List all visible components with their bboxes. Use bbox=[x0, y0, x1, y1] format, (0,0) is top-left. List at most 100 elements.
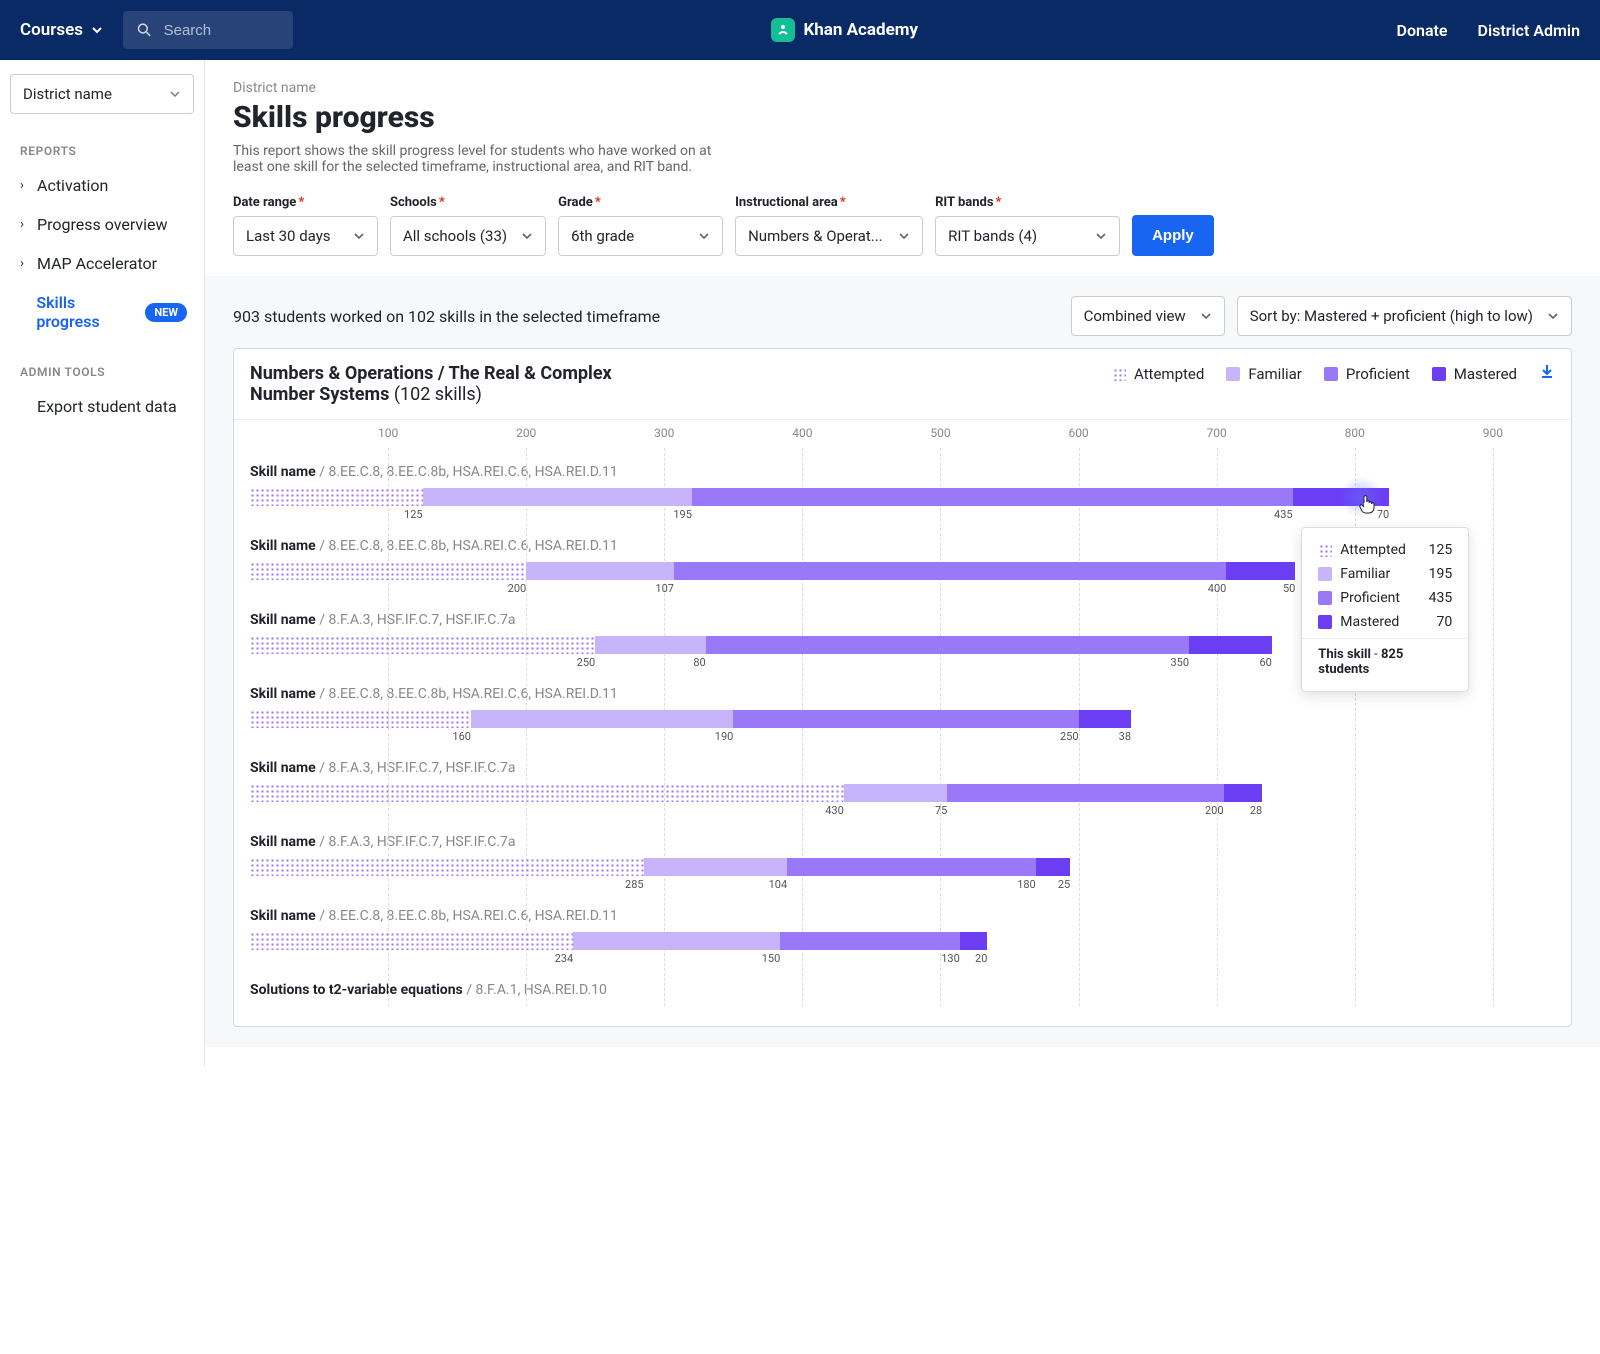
bar-segment-attempted[interactable]: 430 bbox=[250, 784, 844, 802]
bar-segment-attempted[interactable]: 234 bbox=[250, 932, 573, 950]
skill-row[interactable]: Skill name / 8.F.A.3, HSF.IF.C.7, HSF.IF… bbox=[250, 760, 1555, 818]
skill-row[interactable]: Solutions to t2-variable equations / 8.F… bbox=[250, 982, 1555, 998]
search-input[interactable] bbox=[164, 22, 279, 39]
segment-value: 130 bbox=[941, 952, 960, 965]
bar-segment-proficient[interactable]: 435 bbox=[692, 488, 1293, 506]
sidebar-item-label: Activation bbox=[37, 176, 108, 195]
bar-segment-mastered[interactable]: 25 bbox=[1036, 858, 1071, 876]
bar-segment-proficient[interactable]: 400 bbox=[674, 562, 1226, 580]
bar-segment-mastered[interactable]: 28 bbox=[1224, 784, 1263, 802]
students-summary: 903 students worked on 102 skills in the… bbox=[233, 307, 660, 326]
x-axis: 100200300400500600700800900 bbox=[250, 420, 1555, 448]
skill-label: Skill name / 8.F.A.3, HSF.IF.C.7, HSF.IF… bbox=[250, 760, 1555, 776]
chevron-down-icon bbox=[898, 230, 910, 242]
bar-segment-proficient[interactable]: 200 bbox=[947, 784, 1223, 802]
segment-value: 195 bbox=[673, 508, 692, 521]
sidebar-item-map-accelerator[interactable]: ›MAP Accelerator bbox=[10, 244, 194, 283]
bar-segment-mastered[interactable]: 50 bbox=[1226, 562, 1295, 580]
segment-value: 75 bbox=[935, 804, 947, 817]
tooltip-row: Proficient435 bbox=[1318, 590, 1452, 606]
segment-value: 200 bbox=[1205, 804, 1224, 817]
filter-grade: Grade* 6th grade bbox=[558, 195, 723, 256]
swatch-attempted-icon bbox=[1112, 367, 1126, 381]
filter-rit-bands: RIT bands* RIT bands (4) bbox=[935, 195, 1120, 256]
main-content: District name Skills progress This repor… bbox=[205, 60, 1600, 1067]
skill-row[interactable]: Skill name / 8.EE.C.8, 8.EE.C.8b, HSA.RE… bbox=[250, 464, 1555, 522]
bar-segment-attempted[interactable]: 200 bbox=[250, 562, 526, 580]
search-box[interactable] bbox=[123, 11, 293, 49]
bar-segment-proficient[interactable]: 180 bbox=[787, 858, 1036, 876]
bar-segment-proficient[interactable]: 350 bbox=[706, 636, 1189, 654]
axis-tick: 600 bbox=[1068, 426, 1088, 440]
bar-segment-mastered[interactable]: 38 bbox=[1079, 710, 1131, 728]
segment-value: 25 bbox=[1058, 878, 1070, 891]
legend-proficient: Proficient bbox=[1324, 365, 1410, 383]
bar-segment-attempted[interactable]: 285 bbox=[250, 858, 644, 876]
swatch-attempted-icon bbox=[1318, 543, 1332, 557]
bar-segment-attempted[interactable]: 125 bbox=[250, 488, 423, 506]
sidebar-item-skills-progress[interactable]: Skills progressNEW bbox=[10, 283, 194, 341]
stacked-bar[interactable]: 12519543570 bbox=[250, 488, 1389, 506]
segment-value: 150 bbox=[762, 952, 781, 965]
breadcrumb: District name bbox=[233, 80, 1572, 96]
bar-segment-familiar[interactable]: 195 bbox=[423, 488, 692, 506]
schools-select[interactable]: All schools (33) bbox=[390, 216, 546, 256]
swatch-proficient-icon bbox=[1318, 591, 1332, 605]
grade-select[interactable]: 6th grade bbox=[558, 216, 723, 256]
chevron-right-icon: › bbox=[17, 256, 27, 271]
date-range-select[interactable]: Last 30 days bbox=[233, 216, 378, 256]
bar-segment-familiar[interactable]: 104 bbox=[644, 858, 788, 876]
segment-value: 20 bbox=[975, 952, 987, 965]
sort-select[interactable]: Sort by: Mastered + proficient (high to … bbox=[1237, 296, 1572, 336]
stacked-bar[interactable]: 20010740050 bbox=[250, 562, 1295, 580]
chart-body: 100200300400500600700800900 Skill name /… bbox=[234, 420, 1571, 1026]
segment-value: 70 bbox=[1377, 508, 1389, 521]
skill-row[interactable]: Skill name / 8.EE.C.8, 8.EE.C.8b, HSA.RE… bbox=[250, 686, 1555, 744]
sidebar-item-progress-overview[interactable]: ›Progress overview bbox=[10, 205, 194, 244]
stacked-bar[interactable]: 28510418025 bbox=[250, 858, 1070, 876]
stacked-bar[interactable]: 23415013020 bbox=[250, 932, 987, 950]
donate-link[interactable]: Donate bbox=[1397, 21, 1448, 40]
apply-button[interactable]: Apply bbox=[1132, 215, 1214, 256]
segment-value: 350 bbox=[1170, 656, 1189, 669]
district-select[interactable]: District name bbox=[10, 74, 194, 114]
legend: Attempted Familiar Proficient Mastered bbox=[1112, 363, 1555, 384]
sidebar-item-activation[interactable]: ›Activation bbox=[10, 166, 194, 205]
stacked-bar[interactable]: 4307520028 bbox=[250, 784, 1262, 802]
bar-segment-familiar[interactable]: 80 bbox=[595, 636, 705, 654]
instructional-area-select[interactable]: Numbers & Operat... bbox=[735, 216, 923, 256]
chevron-down-icon bbox=[521, 230, 533, 242]
bar-segment-proficient[interactable]: 130 bbox=[780, 932, 960, 950]
bar-segment-proficient[interactable]: 250 bbox=[733, 710, 1078, 728]
bar-segment-familiar[interactable]: 107 bbox=[526, 562, 674, 580]
bar-segment-familiar[interactable]: 150 bbox=[573, 932, 780, 950]
brand[interactable]: Khan Academy bbox=[293, 18, 1397, 42]
bar-segment-familiar[interactable]: 75 bbox=[844, 784, 948, 802]
segment-value: 190 bbox=[715, 730, 734, 743]
bar-segment-attempted[interactable]: 160 bbox=[250, 710, 471, 728]
courses-dropdown[interactable]: Courses bbox=[20, 20, 103, 40]
skill-row[interactable]: Skill name / 8.F.A.3, HSF.IF.C.7, HSF.IF… bbox=[250, 834, 1555, 892]
rit-bands-select[interactable]: RIT bands (4) bbox=[935, 216, 1120, 256]
skill-label: Skill name / 8.EE.C.8, 8.EE.C.8b, HSA.RE… bbox=[250, 908, 1555, 924]
brand-text: Khan Academy bbox=[803, 20, 918, 40]
view-select[interactable]: Combined view bbox=[1071, 296, 1225, 336]
segment-value: 430 bbox=[825, 804, 844, 817]
bar-segment-mastered[interactable]: 60 bbox=[1189, 636, 1272, 654]
legend-attempted: Attempted bbox=[1112, 365, 1204, 383]
legend-mastered: Mastered bbox=[1432, 365, 1517, 383]
stacked-bar[interactable]: 2508035060 bbox=[250, 636, 1272, 654]
stacked-bar[interactable]: 16019025038 bbox=[250, 710, 1131, 728]
bar-segment-attempted[interactable]: 250 bbox=[250, 636, 595, 654]
bar-segment-mastered[interactable]: 20 bbox=[960, 932, 988, 950]
tooltip-row: Mastered70 bbox=[1318, 614, 1452, 630]
segment-value: 200 bbox=[508, 582, 527, 595]
admin-tools-section-label: ADMIN TOOLS bbox=[10, 357, 194, 387]
segment-value: 160 bbox=[452, 730, 471, 743]
bar-segment-mastered[interactable]: 70 bbox=[1293, 488, 1390, 506]
bar-segment-familiar[interactable]: 190 bbox=[471, 710, 733, 728]
download-icon[interactable] bbox=[1539, 363, 1555, 384]
sidebar-item-export-student-data[interactable]: Export student data bbox=[10, 387, 194, 426]
district-admin-link[interactable]: District Admin bbox=[1478, 21, 1580, 40]
skill-row[interactable]: Skill name / 8.EE.C.8, 8.EE.C.8b, HSA.RE… bbox=[250, 908, 1555, 966]
